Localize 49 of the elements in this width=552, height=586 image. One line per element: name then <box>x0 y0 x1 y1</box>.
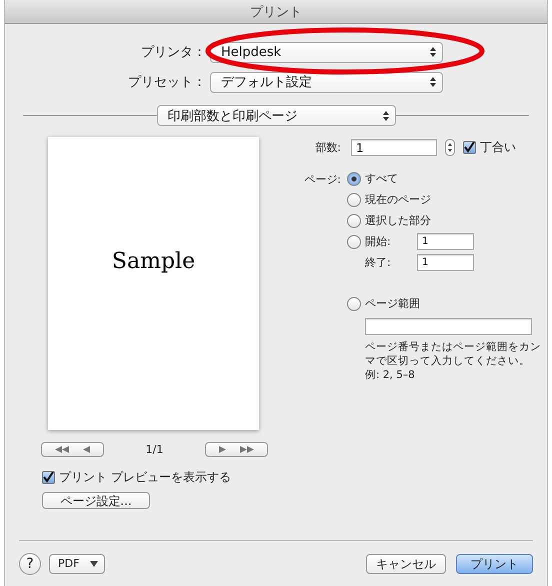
preset-label: プリセット： <box>127 74 207 91</box>
from-page-field[interactable]: 1 <box>417 233 474 250</box>
section-popup[interactable]: 印刷部数と印刷ページ <box>156 105 396 126</box>
checkmark-icon <box>464 142 475 153</box>
next-page-button[interactable] <box>204 442 268 457</box>
updown-arrows-icon <box>430 47 436 57</box>
print-button[interactable]: プリント <box>456 554 533 574</box>
copies-field[interactable]: 1 <box>351 139 437 156</box>
radio-label: すべて <box>365 171 398 186</box>
preset-popup[interactable]: デフォルト設定 <box>210 72 443 92</box>
checkbox[interactable] <box>42 471 55 484</box>
previous-page-button[interactable] <box>41 442 104 457</box>
next-icon <box>218 446 226 453</box>
page-setup-button[interactable]: ページ設定... <box>42 492 150 509</box>
radio-label: 現在のページ <box>365 192 431 207</box>
radio-button[interactable] <box>347 214 361 228</box>
printer-label: プリンタ： <box>140 44 207 61</box>
help-text: ページ番号またはページ範囲をカンマで区切って入力してください。 <box>365 340 541 368</box>
radio-button[interactable] <box>347 296 361 310</box>
radio-label: ページ範囲 <box>365 296 420 311</box>
pdf-menu-button[interactable]: PDF <box>49 554 105 574</box>
radio-button[interactable] <box>347 172 361 186</box>
updown-arrows-icon <box>382 110 388 120</box>
stepper-icon[interactable] <box>445 139 455 156</box>
radio-button[interactable] <box>347 192 361 206</box>
radio-label: 選択した部分 <box>365 213 431 228</box>
printer-popup[interactable]: Helpdesk <box>210 42 443 62</box>
sample-text: Sample <box>112 249 196 274</box>
previous-icon <box>83 446 90 453</box>
copies-label: 部数: <box>314 140 342 155</box>
dropdown-arrow-icon <box>90 560 98 566</box>
checkbox-label: プリント プレビューを表示する <box>59 469 231 486</box>
to-page-field[interactable]: 1 <box>417 254 474 271</box>
checkbox[interactable] <box>463 141 476 154</box>
to-label: 終了: <box>365 255 392 270</box>
page-range-field[interactable] <box>365 318 532 335</box>
page-indicator: 1/1 <box>146 443 164 456</box>
help-button[interactable]: ? <box>19 552 41 574</box>
example-text: 例: 2, 5–8 <box>365 368 416 382</box>
last-page-icon <box>240 446 254 453</box>
pages-label: ページ: <box>303 172 342 187</box>
updown-arrows-icon <box>430 77 436 87</box>
cancel-button[interactable]: キャンセル <box>366 554 446 574</box>
checkmark-icon <box>43 472 54 483</box>
window-title: プリント <box>250 4 302 20</box>
first-page-icon <box>55 446 69 453</box>
radio-button[interactable] <box>347 234 361 248</box>
checkbox-label: 丁合い <box>480 139 516 156</box>
radio-label: 開始: <box>365 234 392 249</box>
